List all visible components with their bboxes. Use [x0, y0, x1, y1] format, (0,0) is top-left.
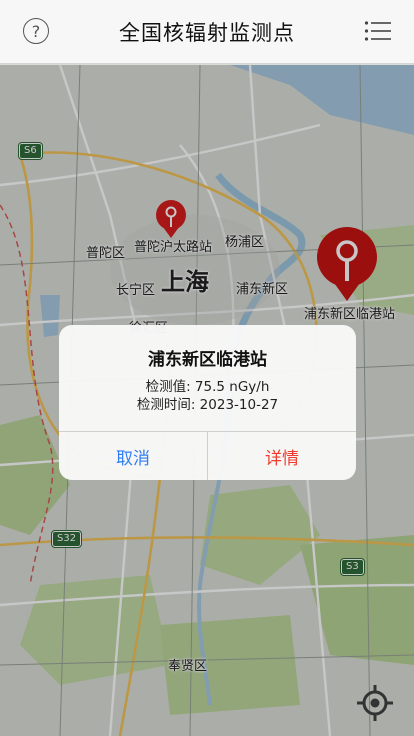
- dialog-title: 浦东新区临港站: [148, 350, 267, 370]
- dialog-time-line: 检测时间: 2023-10-27: [136, 397, 279, 413]
- page-title: 全国核辐射监测点: [119, 20, 295, 45]
- dialog-button-row: 取消 详情: [59, 431, 356, 480]
- question-circle-icon[interactable]: ?: [23, 18, 49, 44]
- list-icon[interactable]: [364, 20, 392, 42]
- detail-button[interactable]: 详情: [208, 432, 356, 480]
- dialog-value-line: 检测值: 75.5 nGy/h: [145, 379, 270, 395]
- navigation-bar: ? 全国核辐射监测点: [0, 0, 414, 64]
- cancel-button[interactable]: 取消: [59, 432, 208, 480]
- station-alert-dialog: 浦东新区临港站 检测值: 75.5 nGy/h 检测时间: 2023-10-27…: [59, 325, 356, 480]
- locate-crosshair-icon[interactable]: [354, 682, 396, 724]
